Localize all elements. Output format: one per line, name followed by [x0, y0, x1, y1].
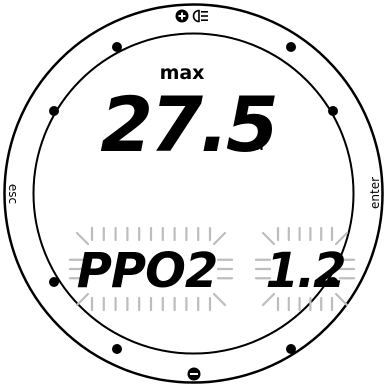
- bezel-dot: [112, 344, 122, 354]
- depth-unit: m: [251, 139, 264, 153]
- top-button[interactable]: [168, 5, 220, 27]
- max-depth-value: 27.5: [100, 80, 276, 169]
- bezel-dot: [328, 106, 338, 116]
- enter-button[interactable]: enter: [363, 162, 385, 224]
- dive-computer-face: esc enter max 27.5 m PPO2 1.2: [2, 3, 385, 384]
- param-name: PPO2: [77, 243, 218, 299]
- plus-icon: [175, 9, 189, 23]
- minus-icon: [187, 367, 201, 381]
- bezel-dot: [112, 42, 122, 52]
- bottom-button[interactable]: [180, 364, 208, 384]
- bezel-dot: [286, 42, 296, 52]
- enter-label: enter: [368, 177, 382, 209]
- bezel-dot: [49, 106, 59, 116]
- esc-button[interactable]: esc: [2, 172, 24, 216]
- param-value: 1.2: [265, 243, 344, 299]
- bezel-dot: [286, 344, 296, 354]
- bezel-dot: [49, 277, 59, 287]
- esc-label: esc: [6, 184, 20, 204]
